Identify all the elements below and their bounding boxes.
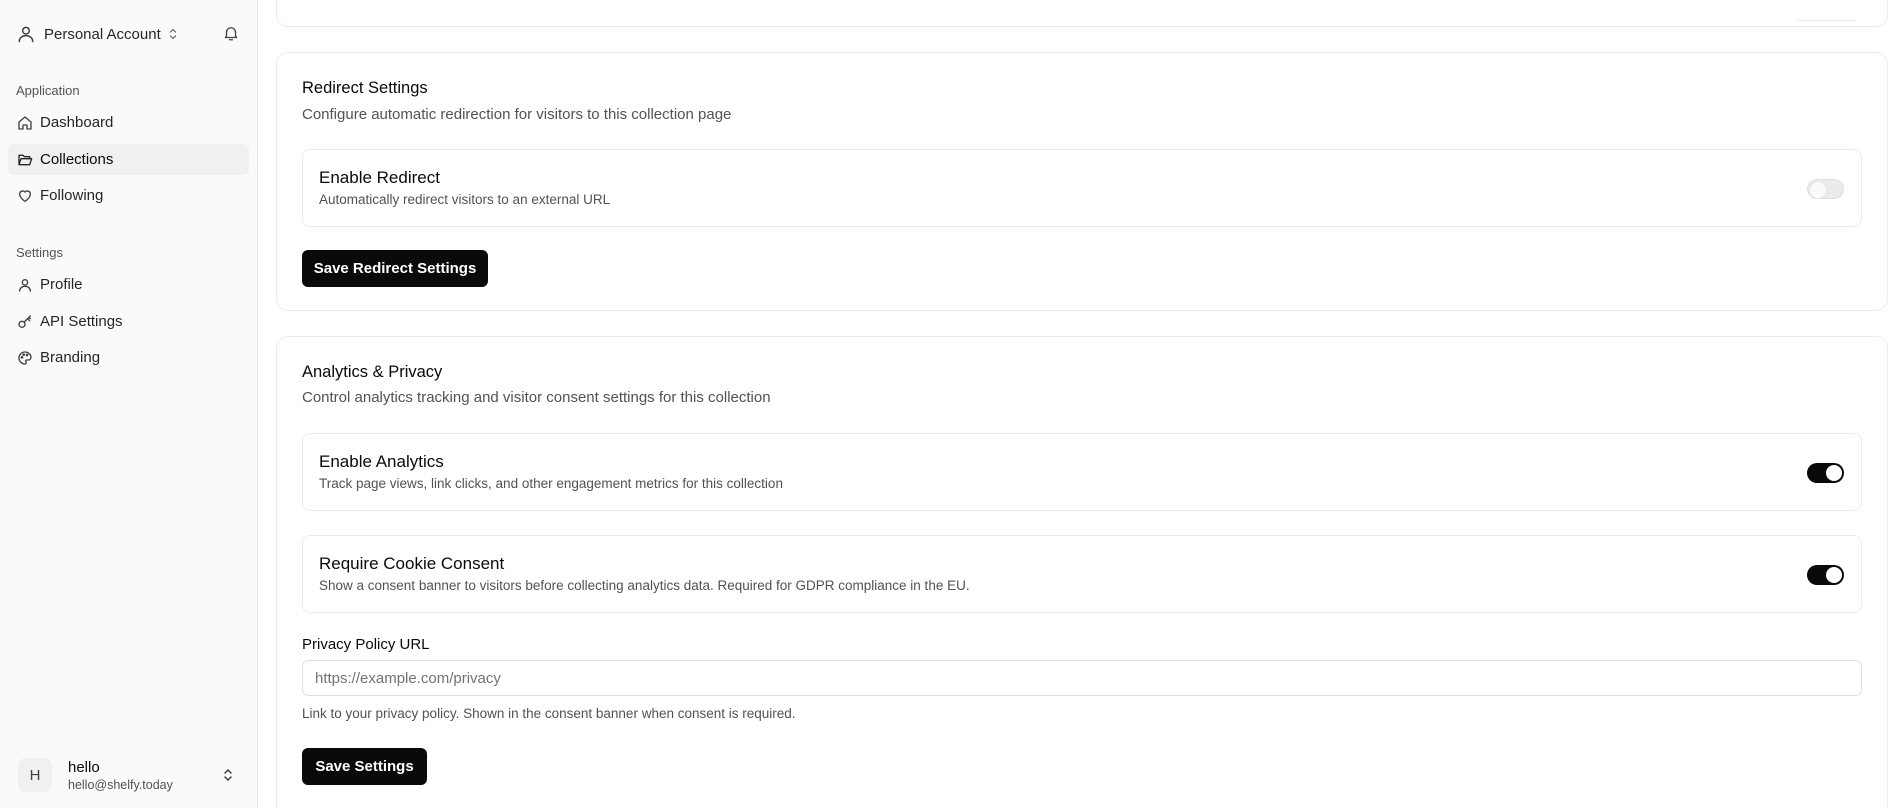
chevrons-up-down-icon <box>224 768 232 782</box>
key-icon <box>18 314 31 328</box>
section-description: Configure automatic redirection for visi… <box>302 106 732 123</box>
enable-redirect-setting: Enable Redirect Automatically redirect v… <box>302 149 1862 227</box>
bell-icon[interactable] <box>222 24 240 42</box>
setting-title: Enable Redirect <box>319 168 440 187</box>
toggle-knob <box>1826 567 1842 583</box>
toggle-knob <box>1810 182 1826 198</box>
sidebar-item-branding[interactable]: Branding <box>8 342 249 373</box>
sidebar-item-label: Branding <box>40 349 101 366</box>
divider <box>1797 20 1857 26</box>
avatar: H <box>18 758 52 792</box>
heart-icon <box>19 189 31 202</box>
sidebar-item-label: Dashboard <box>40 114 114 131</box>
sidebar-item-label: API Settings <box>40 313 123 330</box>
sidebar-item-label: Collections <box>40 151 114 168</box>
user-icon <box>19 278 31 292</box>
privacy-policy-help: Link to your privacy policy. Shown in th… <box>302 706 796 721</box>
group-label-settings: Settings <box>16 245 63 260</box>
palette-icon <box>18 350 32 365</box>
chevrons-up-down-icon <box>169 28 176 40</box>
save-redirect-settings-button[interactable]: Save Redirect Settings <box>302 250 488 287</box>
setting-description: Show a consent banner to visitors before… <box>319 578 970 593</box>
home-icon <box>18 115 32 130</box>
enable-analytics-toggle[interactable] <box>1807 463 1844 483</box>
sidebar-item-label: Profile <box>40 276 83 293</box>
account-switcher[interactable]: Personal Account <box>16 20 248 48</box>
sidebar: Personal Account Application Dashboard C… <box>0 0 258 808</box>
user-icon <box>18 26 34 43</box>
group-label-application: Application <box>16 83 80 98</box>
sidebar-item-collections[interactable]: Collections <box>8 144 249 175</box>
account-label: Personal Account <box>44 25 161 43</box>
setting-description: Automatically redirect visitors to an ex… <box>319 192 611 207</box>
analytics-privacy-card: Analytics & Privacy Control analytics tr… <box>276 336 1888 808</box>
section-title: Analytics & Privacy <box>302 363 443 381</box>
privacy-policy-label: Privacy Policy URL <box>302 636 430 653</box>
user-name: hello <box>68 758 100 776</box>
sidebar-item-following[interactable]: Following <box>8 180 249 211</box>
enable-redirect-toggle[interactable] <box>1807 179 1844 199</box>
cookie-consent-toggle[interactable] <box>1807 565 1844 585</box>
redirect-settings-card: Redirect Settings Configure automatic re… <box>276 52 1888 311</box>
privacy-policy-url-input[interactable] <box>302 660 1862 696</box>
save-settings-button[interactable]: Save Settings <box>302 748 427 785</box>
user-menu[interactable]: H hello hello@shelfy.today <box>8 751 249 799</box>
sidebar-item-api-settings[interactable]: API Settings <box>8 306 249 337</box>
user-email: hello@shelfy.today <box>68 777 173 792</box>
cookie-consent-setting: Require Cookie Consent Show a consent ba… <box>302 535 1862 613</box>
sidebar-item-profile[interactable]: Profile <box>8 269 249 300</box>
enable-analytics-setting: Enable Analytics Track page views, link … <box>302 433 1862 511</box>
setting-title: Enable Analytics <box>319 452 444 471</box>
section-description: Control analytics tracking and visitor c… <box>302 389 771 406</box>
setting-title: Require Cookie Consent <box>319 554 505 573</box>
section-title: Redirect Settings <box>302 79 428 97</box>
setting-description: Track page views, link clicks, and other… <box>319 476 783 491</box>
previous-section-card <box>276 0 1888 27</box>
sidebar-item-label: Following <box>40 187 104 204</box>
folder-open-icon <box>18 154 33 165</box>
sidebar-item-dashboard[interactable]: Dashboard <box>8 107 249 138</box>
toggle-knob <box>1826 465 1842 481</box>
